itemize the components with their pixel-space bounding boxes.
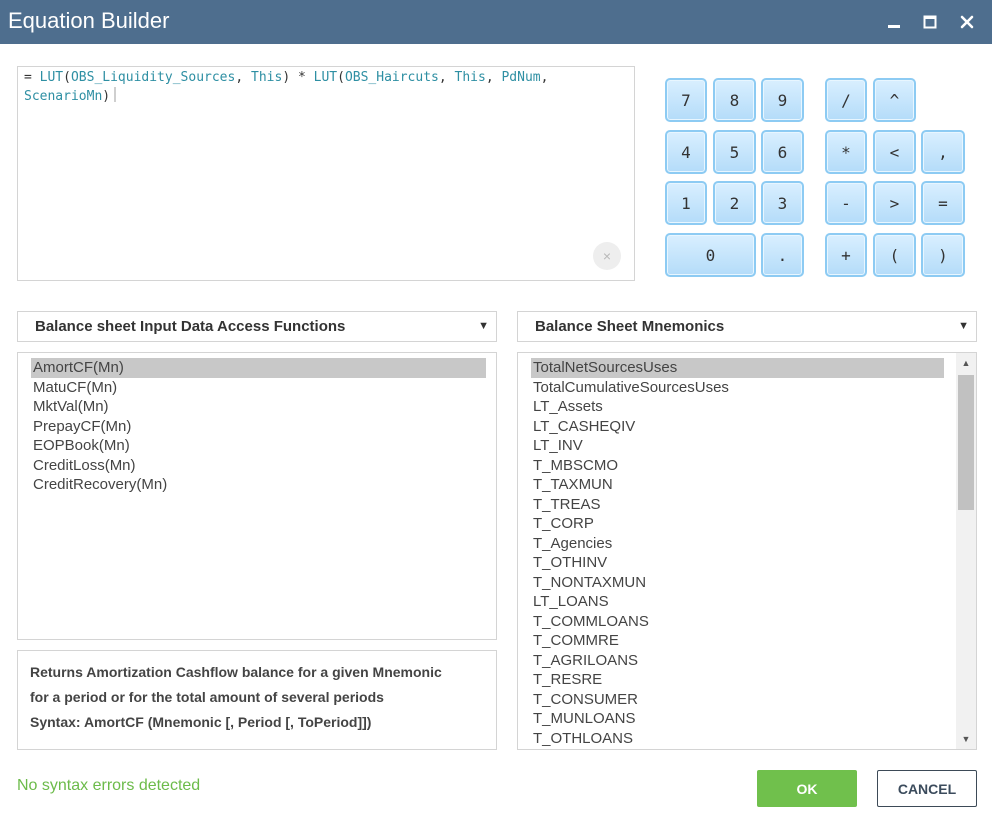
equation-token: OBS_Liquidity_Sources	[70, 70, 236, 85]
keypad-key[interactable]: 5	[713, 130, 756, 174]
equation-token: (	[63, 70, 71, 85]
clear-equation-button[interactable]: ×	[593, 242, 621, 270]
list-item[interactable]: CreditLoss(Mn)	[31, 456, 486, 476]
keypad-key[interactable]: 1	[665, 181, 707, 225]
equation-token: This	[251, 70, 283, 85]
maximize-icon[interactable]	[918, 10, 942, 34]
keypad-key[interactable]: 8	[713, 78, 756, 122]
list-item[interactable]: T_OTHLOANS	[531, 729, 944, 749]
mnemonics-category-dropdown[interactable]: Balance Sheet Mnemonics ▼	[517, 311, 977, 342]
functions-list[interactable]: AmortCF(Mn) MatuCF(Mn) MktVal(Mn) PrepayCF(…	[17, 352, 497, 640]
description-line: Returns Amortization Cashflow balance fo…	[30, 664, 442, 680]
close-icon[interactable]	[955, 10, 979, 34]
description-line: for a period or for the total amount of …	[30, 689, 384, 705]
keypad-key[interactable]: ,	[921, 130, 965, 174]
equation-token: )	[102, 89, 111, 104]
list-item[interactable]: EOPBook(Mn)	[31, 436, 486, 456]
keypad-key[interactable]: 4	[665, 130, 707, 174]
mnemonics-category-value: Balance Sheet Mnemonics	[535, 318, 725, 335]
mnemonics-list[interactable]: ▲ ▼ TotalNetSourcesUses TotalCumulativeSo…	[517, 352, 977, 750]
equation-token: ScenarioMn	[24, 89, 103, 104]
list-item[interactable]: T_CORP	[531, 514, 944, 534]
list-item[interactable]: PrepayCF(Mn)	[31, 417, 486, 437]
function-description: Returns Amortization Cashflow balance fo…	[17, 650, 497, 750]
equation-token: ,	[485, 70, 502, 85]
list-item[interactable]: T_TAXMUN	[531, 475, 944, 495]
equation-editor[interactable]: = LUT(OBS_Liquidity_Sources, This) * LUT…	[17, 66, 635, 281]
list-item[interactable]: T_Agencies	[531, 534, 944, 554]
equation-token: This	[454, 70, 486, 85]
keypad-key[interactable]: >	[873, 181, 916, 225]
functions-category-value: Balance sheet Input Data Access Function…	[35, 318, 346, 335]
equation-token: (	[337, 70, 345, 85]
window-title: Equation Builder	[8, 8, 170, 33]
equation-token: LUT	[39, 70, 64, 85]
list-item[interactable]: T_COMMRE	[531, 631, 944, 651]
keypad-key[interactable]: +	[825, 233, 867, 277]
keypad-key[interactable]: .	[761, 233, 804, 277]
keypad-key[interactable]: -	[825, 181, 867, 225]
title-bar: Equation Builder	[0, 0, 992, 44]
keypad-key[interactable]: =	[921, 181, 965, 225]
equation-text[interactable]: = LUT(OBS_Liquidity_Sources, This) * LUT…	[24, 69, 604, 106]
equation-token: ,	[438, 70, 455, 85]
list-item[interactable]: LT_CASHEQIV	[531, 417, 944, 437]
equation-token: ) *	[282, 70, 314, 85]
list-item[interactable]: LT_LOANS	[531, 592, 944, 612]
chevron-down-icon: ▼	[958, 320, 969, 332]
scroll-up-icon[interactable]: ▲	[956, 353, 976, 373]
keypad-key[interactable]: )	[921, 233, 965, 277]
keypad-key[interactable]: *	[825, 130, 867, 174]
keypad-key[interactable]: ^	[873, 78, 916, 122]
list-item[interactable]: T_TREAS	[531, 495, 944, 515]
text-cursor	[114, 87, 117, 102]
ok-button[interactable]: OK	[757, 770, 857, 807]
equation-token: OBS_Haircuts	[344, 70, 439, 85]
scroll-down-icon[interactable]: ▼	[956, 729, 976, 749]
list-item[interactable]: CreditRecovery(Mn)	[31, 475, 486, 495]
equation-token: ,	[540, 70, 549, 85]
keypad-key[interactable]: (	[873, 233, 916, 277]
chevron-down-icon: ▼	[478, 320, 489, 332]
list-item[interactable]: T_MBSCMO	[531, 456, 944, 476]
functions-category-dropdown[interactable]: Balance sheet Input Data Access Function…	[17, 311, 497, 342]
keypad-key[interactable]: 0	[665, 233, 756, 277]
keypad-key[interactable]: 6	[761, 130, 804, 174]
keypad-key[interactable]: 3	[761, 181, 804, 225]
list-item[interactable]: LT_Assets	[531, 397, 944, 417]
list-item[interactable]: T_NONTAXMUN	[531, 573, 944, 593]
equation-token: =	[24, 70, 40, 85]
description-line: Syntax: AmortCF (Mnemonic [, Period [, T…	[30, 714, 372, 730]
list-item[interactable]: T_COMMLOANS	[531, 612, 944, 632]
equation-token: PdNum	[501, 70, 541, 85]
list-item[interactable]: LT_INV	[531, 436, 944, 456]
list-item[interactable]: T_MUNLOANS	[531, 709, 944, 729]
scrollbar-thumb[interactable]	[958, 375, 974, 510]
cancel-button[interactable]: CANCEL	[877, 770, 977, 807]
list-item[interactable]: AmortCF(Mn)	[31, 358, 486, 378]
keypad-key[interactable]: <	[873, 130, 916, 174]
keypad-key[interactable]: 7	[665, 78, 707, 122]
keypad-key[interactable]: 2	[713, 181, 756, 225]
list-item[interactable]: T_OTHINV	[531, 553, 944, 573]
list-item[interactable]: TotalCumulativeSourcesUses	[531, 378, 944, 398]
list-item[interactable]: TotalNetSourcesUses	[531, 358, 944, 378]
minimize-icon[interactable]	[882, 10, 906, 34]
list-item[interactable]: T_RESRE	[531, 670, 944, 690]
keypad-key[interactable]: /	[825, 78, 867, 122]
keypad-key[interactable]: 9	[761, 78, 804, 122]
syntax-status: No syntax errors detected	[17, 777, 201, 794]
list-item[interactable]: MktVal(Mn)	[31, 397, 486, 417]
list-item[interactable]: MatuCF(Mn)	[31, 378, 486, 398]
list-item[interactable]: T_AGRILOANS	[531, 651, 944, 671]
equation-token: ,	[235, 70, 251, 85]
list-item[interactable]: T_CONSUMER	[531, 690, 944, 710]
equation-token: LUT	[313, 70, 338, 85]
mnemonics-scrollbar[interactable]: ▲ ▼	[956, 353, 976, 749]
